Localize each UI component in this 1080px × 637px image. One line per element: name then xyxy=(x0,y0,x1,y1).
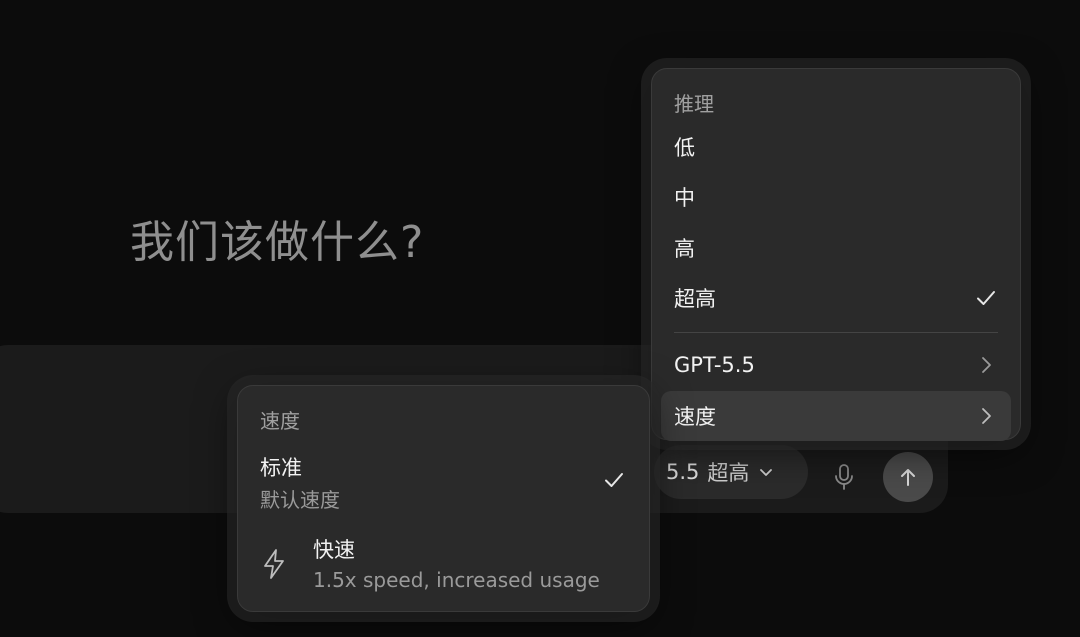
speed-menu: 速度 标准 默认速度 快速 1.5x speed, increased usag… xyxy=(237,385,650,612)
page-heading: 我们该做什么? xyxy=(130,217,425,268)
submenu-model[interactable]: GPT-5.5 xyxy=(674,343,998,387)
submenu-speed[interactable]: 速度 xyxy=(661,391,1011,441)
menu-title: 速度 xyxy=(260,409,300,433)
chevron-right-icon xyxy=(974,353,998,377)
submenu-label: 速度 xyxy=(674,405,716,429)
reasoning-menu: 推理 低 中 高 超高 GPT-5.5 速度 xyxy=(651,68,1021,441)
submenu-label: GPT-5.5 xyxy=(674,353,755,377)
option-description: 1.5x speed, increased usage xyxy=(313,568,600,592)
microphone-icon[interactable] xyxy=(830,462,858,492)
speed-option-standard[interactable]: 标准 默认速度 xyxy=(238,442,649,514)
reasoning-option-low[interactable]: 低 xyxy=(674,125,998,169)
divider xyxy=(674,332,998,333)
option-label: 低 xyxy=(674,136,695,160)
chevron-down-icon xyxy=(757,463,775,481)
option-label: 高 xyxy=(674,237,695,261)
send-button[interactable] xyxy=(883,452,933,502)
checkmark-icon xyxy=(974,286,998,310)
model-version: 5.5 xyxy=(666,460,700,484)
model-level: 超高 xyxy=(707,461,750,485)
reasoning-option-extra-high[interactable]: 超高 xyxy=(674,276,998,320)
speed-option-fast[interactable]: 快速 1.5x speed, increased usage xyxy=(238,526,649,598)
chevron-right-icon xyxy=(974,404,998,428)
option-label: 快速 xyxy=(313,538,355,562)
option-label: 超高 xyxy=(674,287,716,311)
option-description: 默认速度 xyxy=(260,488,340,512)
model-selector-button[interactable]: 5.5 超高 xyxy=(654,445,808,499)
option-label: 中 xyxy=(674,186,695,210)
reasoning-option-high[interactable]: 高 xyxy=(674,226,998,270)
lightning-icon xyxy=(260,548,288,584)
arrow-up-icon xyxy=(901,469,915,486)
option-label: 标准 xyxy=(260,456,302,480)
checkmark-icon xyxy=(603,469,625,495)
reasoning-option-medium[interactable]: 中 xyxy=(674,175,998,219)
menu-title: 推理 xyxy=(674,92,714,116)
